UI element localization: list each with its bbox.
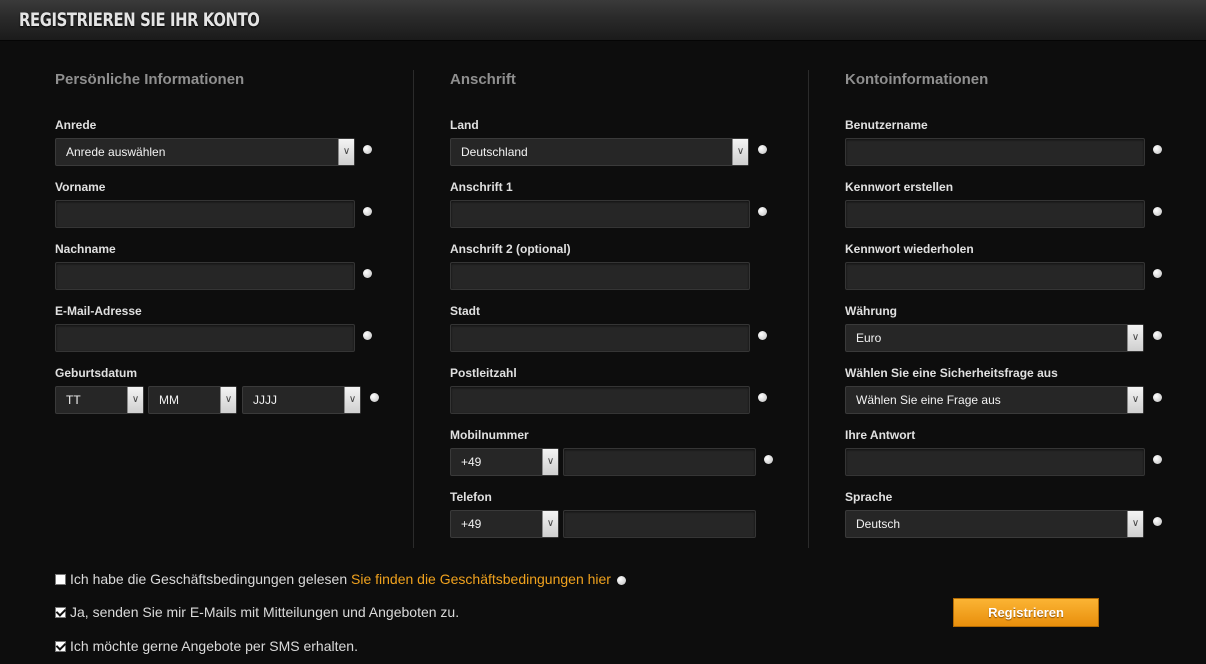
terms-link[interactable]: Sie finden die Geschäftsbedingungen hier	[351, 571, 611, 587]
info-dot-icon	[1153, 517, 1162, 526]
salutation-select[interactable]: Anrede auswählen ∨	[55, 138, 355, 166]
info-dot-icon	[1153, 455, 1162, 464]
birth-day-select[interactable]: TT ∨	[55, 386, 144, 414]
birthdate-label: Geburtsdatum	[55, 366, 138, 380]
answer-input[interactable]	[845, 448, 1145, 476]
currency-value: Euro	[856, 331, 882, 345]
info-dot-icon	[758, 207, 767, 216]
country-select[interactable]: Deutschland ∨	[450, 138, 749, 166]
info-dot-icon	[758, 331, 767, 340]
chevron-down-icon: ∨	[344, 387, 360, 413]
security-question-select[interactable]: Wählen Sie eine Frage aus ∨	[845, 386, 1144, 414]
email-input[interactable]	[55, 324, 355, 352]
info-dot-icon	[758, 145, 767, 154]
currency-select[interactable]: Euro ∨	[845, 324, 1144, 352]
info-dot-icon	[1153, 393, 1162, 402]
terms-text: Ich habe die Geschäftsbedingungen gelese…	[70, 571, 348, 587]
info-dot-icon	[363, 269, 372, 278]
mobile-number-input[interactable]	[563, 448, 756, 476]
username-label: Benutzername	[845, 118, 928, 132]
language-label: Sprache	[845, 490, 893, 504]
info-dot-icon	[363, 331, 372, 340]
column-divider	[808, 70, 809, 548]
language-select[interactable]: Deutsch ∨	[845, 510, 1144, 538]
email-consent-text: Ja, senden Sie mir E-Mails mit Mitteilun…	[70, 604, 460, 620]
info-dot-icon	[363, 145, 372, 154]
birth-year-select[interactable]: JJJJ ∨	[242, 386, 361, 414]
address2-input[interactable]	[450, 262, 750, 290]
info-dot-icon	[363, 207, 372, 216]
username-input[interactable]	[845, 138, 1145, 166]
column-divider	[413, 70, 414, 548]
zip-input[interactable]	[450, 386, 750, 414]
chevron-down-icon: ∨	[220, 387, 236, 413]
city-label: Stadt	[450, 304, 480, 318]
register-button[interactable]: Registrieren	[953, 598, 1099, 627]
mobile-prefix-value: +49	[461, 455, 482, 469]
security-question-value: Wählen Sie eine Frage aus	[856, 393, 1001, 407]
chevron-down-icon: ∨	[127, 387, 143, 413]
answer-label: Ihre Antwort	[845, 428, 916, 442]
phone-prefix-select[interactable]: +49 ∨	[450, 510, 559, 538]
address1-label: Anschrift 1	[450, 180, 513, 194]
firstname-input[interactable]	[55, 200, 355, 228]
info-dot-icon	[764, 455, 773, 464]
chevron-down-icon: ∨	[542, 449, 558, 475]
birth-day-value: TT	[66, 393, 81, 407]
birth-month-value: MM	[159, 393, 179, 407]
language-value: Deutsch	[856, 517, 901, 531]
lastname-label: Nachname	[55, 242, 116, 256]
section-title-personal: Persönliche Informationen	[55, 71, 245, 88]
chevron-down-icon: ∨	[1127, 387, 1143, 413]
chevron-down-icon: ∨	[1127, 325, 1143, 351]
info-dot-icon	[370, 393, 379, 402]
phone-prefix-value: +49	[461, 517, 482, 531]
info-dot-icon	[616, 576, 626, 585]
mobile-prefix-select[interactable]: +49 ∨	[450, 448, 559, 476]
password-input[interactable]	[845, 200, 1145, 228]
section-title-account: Kontoinformationen	[845, 71, 989, 88]
sms-consent-text: Ich möchte gerne Angebote per SMS erhalt…	[70, 638, 358, 654]
lastname-input[interactable]	[55, 262, 355, 290]
info-dot-icon	[1153, 269, 1162, 278]
phone-number-input[interactable]	[563, 510, 756, 538]
terms-consent-row: Ich habe die Geschäftsbedingungen gelese…	[55, 571, 626, 587]
salutation-label: Anrede	[55, 118, 97, 132]
country-label: Land	[450, 118, 479, 132]
page-title: Registrieren Sie Ihr Konto	[19, 9, 260, 31]
section-title-address: Anschrift	[450, 71, 516, 88]
title-bar: Registrieren Sie Ihr Konto	[0, 0, 1206, 41]
zip-label: Postleitzahl	[450, 366, 517, 380]
firstname-label: Vorname	[55, 180, 106, 194]
info-dot-icon	[1153, 331, 1162, 340]
email-consent-row: Ja, senden Sie mir E-Mails mit Mitteilun…	[55, 604, 459, 620]
address1-input[interactable]	[450, 200, 750, 228]
sms-consent-checkbox[interactable]	[55, 641, 66, 652]
country-value: Deutschland	[461, 145, 528, 159]
sms-consent-row: Ich möchte gerne Angebote per SMS erhalt…	[55, 638, 358, 654]
chevron-down-icon: ∨	[338, 139, 354, 165]
birth-month-select[interactable]: MM ∨	[148, 386, 237, 414]
terms-checkbox[interactable]	[55, 574, 66, 585]
password-repeat-label: Kennwort wiederholen	[845, 242, 974, 256]
currency-label: Währung	[845, 304, 897, 318]
email-label: E-Mail-Adresse	[55, 304, 142, 318]
email-consent-checkbox[interactable]	[55, 607, 66, 618]
birth-year-value: JJJJ	[253, 393, 277, 407]
phone-label: Telefon	[450, 490, 492, 504]
info-dot-icon	[1153, 207, 1162, 216]
chevron-down-icon: ∨	[732, 139, 748, 165]
city-input[interactable]	[450, 324, 750, 352]
password-repeat-input[interactable]	[845, 262, 1145, 290]
password-label: Kennwort erstellen	[845, 180, 954, 194]
security-question-label: Wählen Sie eine Sicherheitsfrage aus	[845, 366, 1058, 380]
salutation-value: Anrede auswählen	[66, 145, 166, 159]
chevron-down-icon: ∨	[542, 511, 558, 537]
chevron-down-icon: ∨	[1127, 511, 1143, 537]
info-dot-icon	[758, 393, 767, 402]
address2-label: Anschrift 2 (optional)	[450, 242, 571, 256]
info-dot-icon	[1153, 145, 1162, 154]
mobile-label: Mobilnummer	[450, 428, 529, 442]
